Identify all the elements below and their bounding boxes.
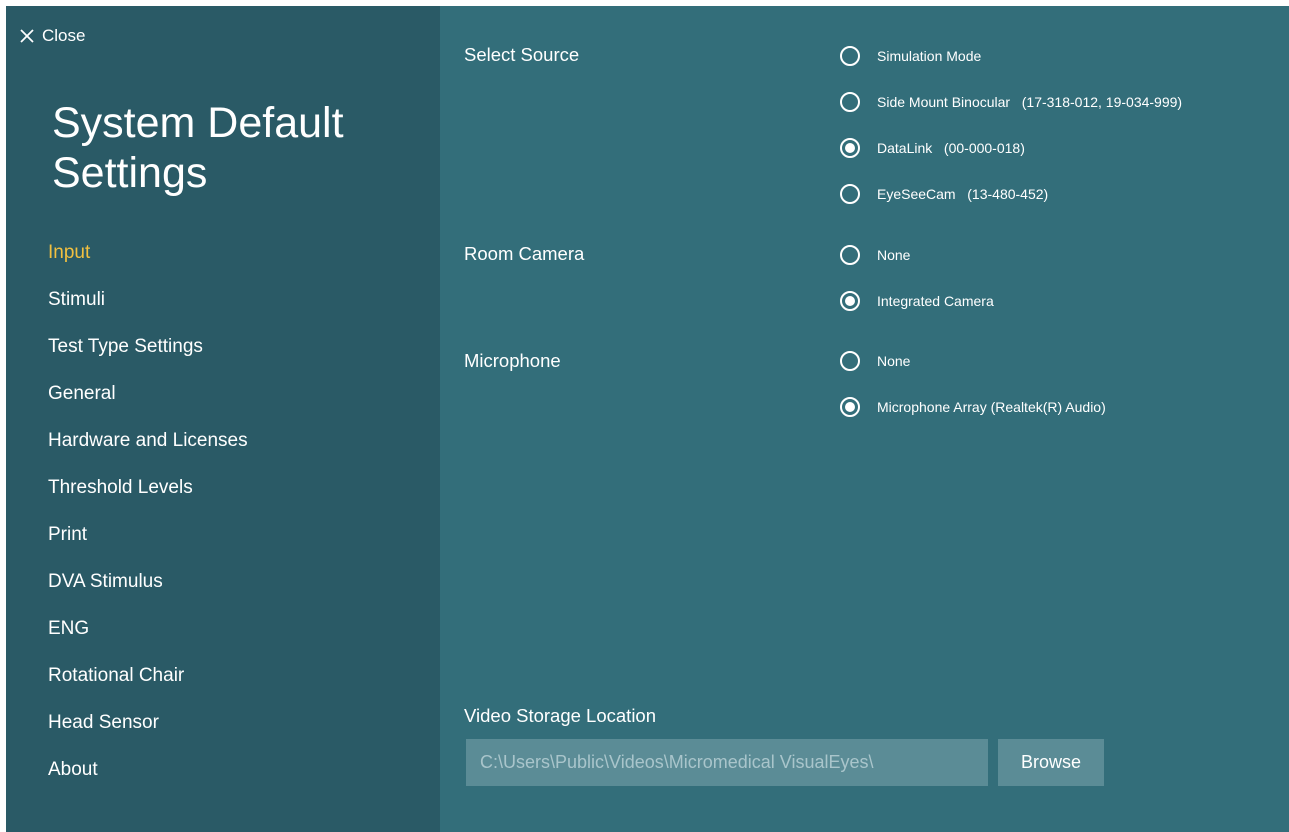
video-storage-label: Video Storage Location [464, 705, 657, 726]
radio-room-camera-none[interactable]: None [840, 245, 910, 265]
settings-content: Select Source Simulation Mode Side Mount… [440, 6, 1289, 832]
nav-item-general[interactable]: General [48, 380, 248, 427]
radio-label: EyeSeeCam (13-480-452) [877, 186, 1049, 202]
close-icon [20, 29, 34, 43]
browse-button[interactable]: Browse [998, 739, 1104, 786]
radio-microphone-none[interactable]: None [840, 351, 910, 371]
nav-item-rotational-chair[interactable]: Rotational Chair [48, 662, 248, 709]
sidebar: Close System Default Settings Input Stim… [6, 6, 440, 832]
close-label: Close [42, 26, 86, 45]
video-storage-path-input[interactable] [466, 739, 988, 786]
radio-datalink[interactable]: DataLink (00-000-018) [840, 138, 1025, 158]
radio-integrated-camera[interactable]: Integrated Camera [840, 291, 994, 311]
microphone-label: Microphone [464, 350, 561, 371]
radio-circle-checked [840, 397, 860, 417]
radio-circle [840, 92, 860, 112]
nav-item-hardware-and-licenses[interactable]: Hardware and Licenses [48, 427, 248, 474]
radio-simulation-mode[interactable]: Simulation Mode [840, 46, 981, 66]
radio-label: DataLink (00-000-018) [877, 140, 1025, 156]
close-button[interactable]: Close [20, 26, 85, 46]
page-title-line-2: Settings [52, 149, 208, 197]
radio-label: None [877, 353, 911, 369]
nav-item-print[interactable]: Print [48, 521, 248, 568]
radio-circle [840, 184, 860, 204]
nav-item-input[interactable]: Input [48, 239, 248, 286]
nav-item-dva-stimulus[interactable]: DVA Stimulus [48, 568, 248, 615]
radio-eyeseecam[interactable]: EyeSeeCam (13-480-452) [840, 184, 1048, 204]
nav-item-threshold-levels[interactable]: Threshold Levels [48, 474, 248, 521]
radio-circle-checked [840, 138, 860, 158]
radio-microphone-array[interactable]: Microphone Array (Realtek(R) Audio) [840, 397, 1106, 417]
radio-side-mount-binocular[interactable]: Side Mount Binocular (17-318-012, 19-034… [840, 92, 1182, 112]
radio-label: Microphone Array (Realtek(R) Audio) [877, 399, 1106, 415]
nav-item-head-sensor[interactable]: Head Sensor [48, 709, 248, 756]
radio-label: None [877, 247, 911, 263]
radio-circle [840, 351, 860, 371]
page-title: System Default Settings [52, 98, 412, 198]
nav-item-stimuli[interactable]: Stimuli [48, 286, 248, 333]
radio-circle [840, 245, 860, 265]
radio-label: Simulation Mode [877, 48, 982, 64]
settings-nav: Input Stimuli Test Type Settings General… [48, 239, 248, 803]
radio-label: Integrated Camera [877, 293, 994, 309]
page-title-line-1: System Default [52, 99, 344, 147]
radio-circle [840, 46, 860, 66]
radio-label: Side Mount Binocular (17-318-012, 19-034… [877, 94, 1183, 110]
select-source-label: Select Source [464, 44, 580, 65]
settings-window: Close System Default Settings Input Stim… [6, 6, 1289, 832]
radio-circle-checked [840, 291, 860, 311]
nav-item-eng[interactable]: ENG [48, 615, 248, 662]
nav-item-about[interactable]: About [48, 756, 248, 803]
nav-item-test-type-settings[interactable]: Test Type Settings [48, 333, 248, 380]
room-camera-label: Room Camera [464, 243, 585, 264]
